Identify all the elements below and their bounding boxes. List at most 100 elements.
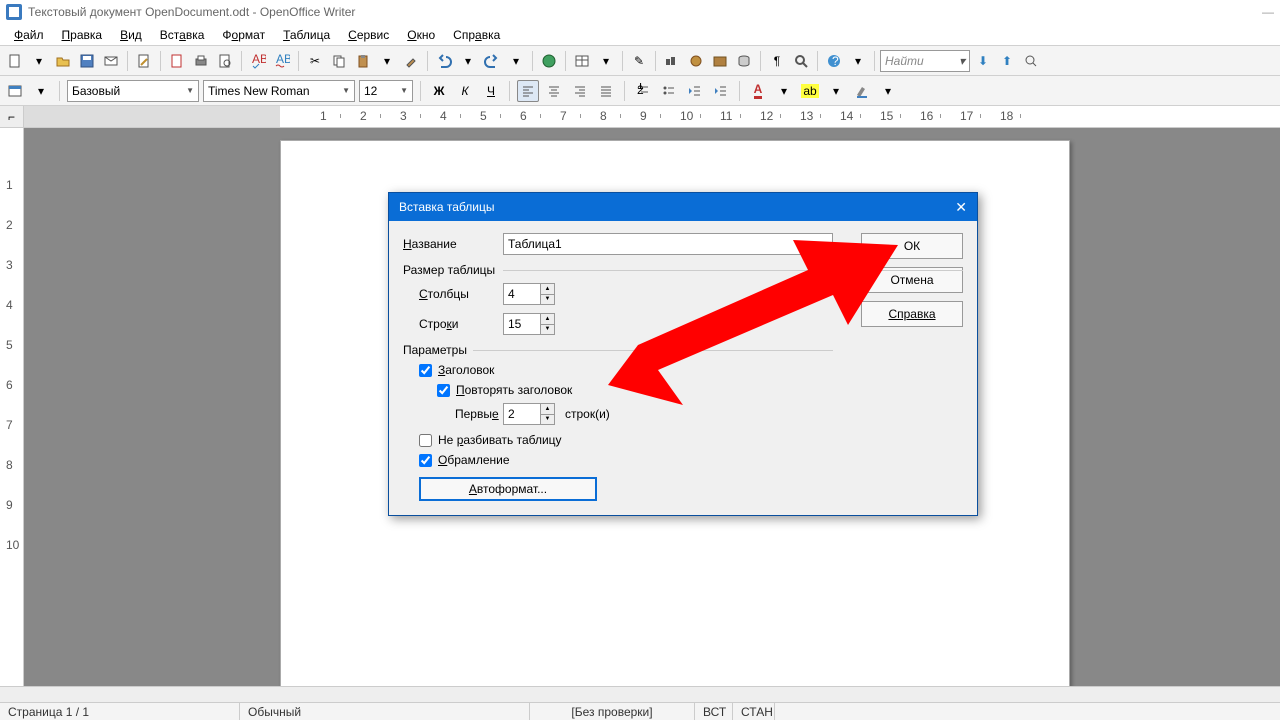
help-button[interactable]: Справка <box>861 301 963 327</box>
ruler-horizontal[interactable]: 123456789101112131415161718 <box>24 106 1280 127</box>
navigator-icon[interactable] <box>685 50 707 72</box>
menu-edit[interactable]: Правка <box>54 26 111 44</box>
nosplit-checkbox[interactable]: Не разбивать таблицу <box>419 433 963 447</box>
minimize-icon[interactable]: — <box>1262 5 1274 19</box>
hyperlink-icon[interactable] <box>538 50 560 72</box>
find-next-icon[interactable]: ⬇ <box>972 50 994 72</box>
new-icon[interactable] <box>4 50 26 72</box>
styles-icon[interactable] <box>4 80 26 102</box>
bgcolor-arrow-icon[interactable]: ▾ <box>877 80 899 102</box>
gallery-icon[interactable] <box>709 50 731 72</box>
styles-arrow-icon[interactable]: ▾ <box>30 80 52 102</box>
spin-up-icon[interactable]: ▲ <box>541 314 554 325</box>
spin-up-icon[interactable]: ▲ <box>541 284 554 295</box>
rows-spinner[interactable]: 15 ▲▼ <box>503 313 555 335</box>
italic-icon[interactable]: К <box>454 80 476 102</box>
border-checkbox[interactable]: Обрамление <box>419 453 963 467</box>
find-icon[interactable] <box>661 50 683 72</box>
open-icon[interactable] <box>52 50 74 72</box>
outdent-icon[interactable] <box>684 80 706 102</box>
ruler-area: ⌐ 123456789101112131415161718 <box>0 106 1280 128</box>
align-justify-icon[interactable] <box>595 80 617 102</box>
status-std[interactable]: СТАН <box>733 703 775 720</box>
status-style[interactable]: Обычный <box>240 703 530 720</box>
spin-up-icon[interactable]: ▲ <box>541 404 554 415</box>
new-arrow-icon[interactable]: ▾ <box>28 50 50 72</box>
style-combo[interactable]: Базовый▼ <box>67 80 199 102</box>
menu-tools[interactable]: Сервис <box>340 26 397 44</box>
redo-arrow-icon[interactable]: ▾ <box>505 50 527 72</box>
first-label: Первые <box>455 407 503 421</box>
menu-table[interactable]: Таблица <box>275 26 338 44</box>
align-left-icon[interactable] <box>517 80 539 102</box>
close-icon[interactable]: ✕ <box>955 199 967 216</box>
ruler-vertical[interactable]: 12345678910 <box>0 128 24 702</box>
align-center-icon[interactable] <box>543 80 565 102</box>
undo-icon[interactable] <box>433 50 455 72</box>
findreplace-icon[interactable] <box>1020 50 1042 72</box>
menu-view[interactable]: Вид <box>112 26 150 44</box>
scrollbar-horizontal[interactable] <box>0 686 1280 702</box>
print-icon[interactable] <box>190 50 212 72</box>
zoom-icon[interactable] <box>790 50 812 72</box>
spin-down-icon[interactable]: ▼ <box>541 325 554 335</box>
nonprint-icon[interactable]: ¶ <box>766 50 788 72</box>
name-input[interactable] <box>503 233 833 255</box>
insert-table-dialog: Вставка таблицы ✕ ОК Отмена Справка Назв… <box>388 192 978 516</box>
header-checkbox[interactable]: Заголовок <box>419 363 963 377</box>
cols-spinner[interactable]: 4 ▲▼ <box>503 283 555 305</box>
dialog-titlebar[interactable]: Вставка таблицы ✕ <box>389 193 977 221</box>
edit-icon[interactable] <box>133 50 155 72</box>
align-right-icon[interactable] <box>569 80 591 102</box>
bold-icon[interactable]: Ж <box>428 80 450 102</box>
size-combo[interactable]: 12▼ <box>359 80 413 102</box>
cut-icon[interactable]: ✂ <box>304 50 326 72</box>
indent-icon[interactable] <box>710 80 732 102</box>
undo-arrow-icon[interactable]: ▾ <box>457 50 479 72</box>
menu-file[interactable]: Файл <box>6 26 52 44</box>
bgcolor-icon[interactable] <box>851 80 873 102</box>
pdf-icon[interactable] <box>166 50 188 72</box>
status-lang[interactable]: [Без проверки] <box>530 703 695 720</box>
number-list-icon[interactable]: 12 <box>632 80 654 102</box>
save-icon[interactable] <box>76 50 98 72</box>
ok-button[interactable]: ОК <box>861 233 963 259</box>
spellcheck-icon[interactable]: ABC <box>247 50 269 72</box>
table-arrow-icon[interactable]: ▾ <box>595 50 617 72</box>
spin-down-icon[interactable]: ▼ <box>541 295 554 305</box>
redo-icon[interactable] <box>481 50 503 72</box>
dialog-title: Вставка таблицы <box>399 200 495 214</box>
spin-down-icon[interactable]: ▼ <box>541 415 554 425</box>
preview-icon[interactable] <box>214 50 236 72</box>
help-arrow-icon[interactable]: ▾ <box>847 50 869 72</box>
font-combo[interactable]: Times New Roman▼ <box>203 80 355 102</box>
paste-arrow-icon[interactable]: ▾ <box>376 50 398 72</box>
autoformat-button[interactable]: Автоформат... <box>419 477 597 501</box>
highlight-icon[interactable]: ab <box>799 80 821 102</box>
menu-window[interactable]: Окно <box>399 26 443 44</box>
autospell-icon[interactable]: ABC <box>271 50 293 72</box>
table-icon[interactable] <box>571 50 593 72</box>
menu-help[interactable]: Справка <box>445 26 508 44</box>
datasource-icon[interactable] <box>733 50 755 72</box>
highlight-arrow-icon[interactable]: ▾ <box>825 80 847 102</box>
help-icon[interactable]: ? <box>823 50 845 72</box>
email-icon[interactable] <box>100 50 122 72</box>
svg-text:?: ? <box>832 54 839 68</box>
repeat-checkbox[interactable]: Повторять заголовок <box>437 383 963 397</box>
menu-format[interactable]: Формат <box>214 26 273 44</box>
fontcolor-arrow-icon[interactable]: ▾ <box>773 80 795 102</box>
draw-icon[interactable]: ✎ <box>628 50 650 72</box>
paste-icon[interactable] <box>352 50 374 72</box>
first-spinner[interactable]: 2 ▲▼ <box>503 403 555 425</box>
underline-icon[interactable]: Ч <box>480 80 502 102</box>
copy-icon[interactable] <box>328 50 350 72</box>
status-ins[interactable]: ВСТ <box>695 703 733 720</box>
menu-insert[interactable]: Вставка <box>152 26 213 44</box>
font-color-icon[interactable]: А <box>747 80 769 102</box>
rows-label: Строки <box>419 317 503 331</box>
find-prev-icon[interactable]: ⬆ <box>996 50 1018 72</box>
paintbrush-icon[interactable] <box>400 50 422 72</box>
bullet-list-icon[interactable] <box>658 80 680 102</box>
find-input[interactable]: Найти▾ <box>880 50 970 72</box>
